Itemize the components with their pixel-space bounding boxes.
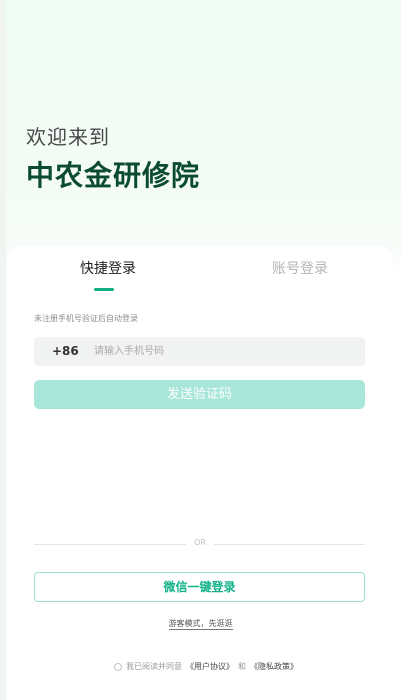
agreement-conjunction: 和: [238, 662, 246, 671]
privacy-policy-link[interactable]: 《隐私政策》: [250, 661, 298, 672]
divider-left: [34, 544, 186, 545]
agreement-row: 我已阅读并同意 《用户协议》和《隐私政策》: [114, 661, 298, 672]
phone-field: +86: [34, 337, 365, 366]
auto-register-hint: 未注册手机号验证后自动登录: [34, 314, 138, 323]
country-code-selector[interactable]: +86: [52, 344, 79, 358]
tab-account-login[interactable]: 账号登录: [272, 258, 328, 278]
guest-mode-link[interactable]: 游客模式，先逛逛: [168, 619, 233, 630]
send-code-button[interactable]: 发送验证码: [34, 380, 365, 409]
or-divider-label: OR: [194, 538, 206, 547]
phone-input[interactable]: [90, 340, 358, 362]
user-agreement-link[interactable]: 《用户协议》: [186, 661, 234, 672]
divider-right: [214, 544, 365, 545]
left-edge-strip: [0, 0, 6, 700]
agreement-prefix: 我已阅读并同意: [126, 662, 182, 671]
login-tab-bar: 快捷登录 账号登录: [8, 246, 393, 292]
app-title: 中农金研修院: [26, 159, 201, 192]
active-tab-indicator: [94, 288, 114, 291]
agreement-radio[interactable]: [114, 662, 122, 671]
guest-mode-link-row: 游客模式，先逛逛: [0, 618, 401, 630]
wechat-login-button[interactable]: 微信一键登录: [34, 572, 365, 602]
tab-quick-login[interactable]: 快捷登录: [80, 258, 136, 278]
welcome-text: 欢迎来到: [26, 125, 110, 149]
